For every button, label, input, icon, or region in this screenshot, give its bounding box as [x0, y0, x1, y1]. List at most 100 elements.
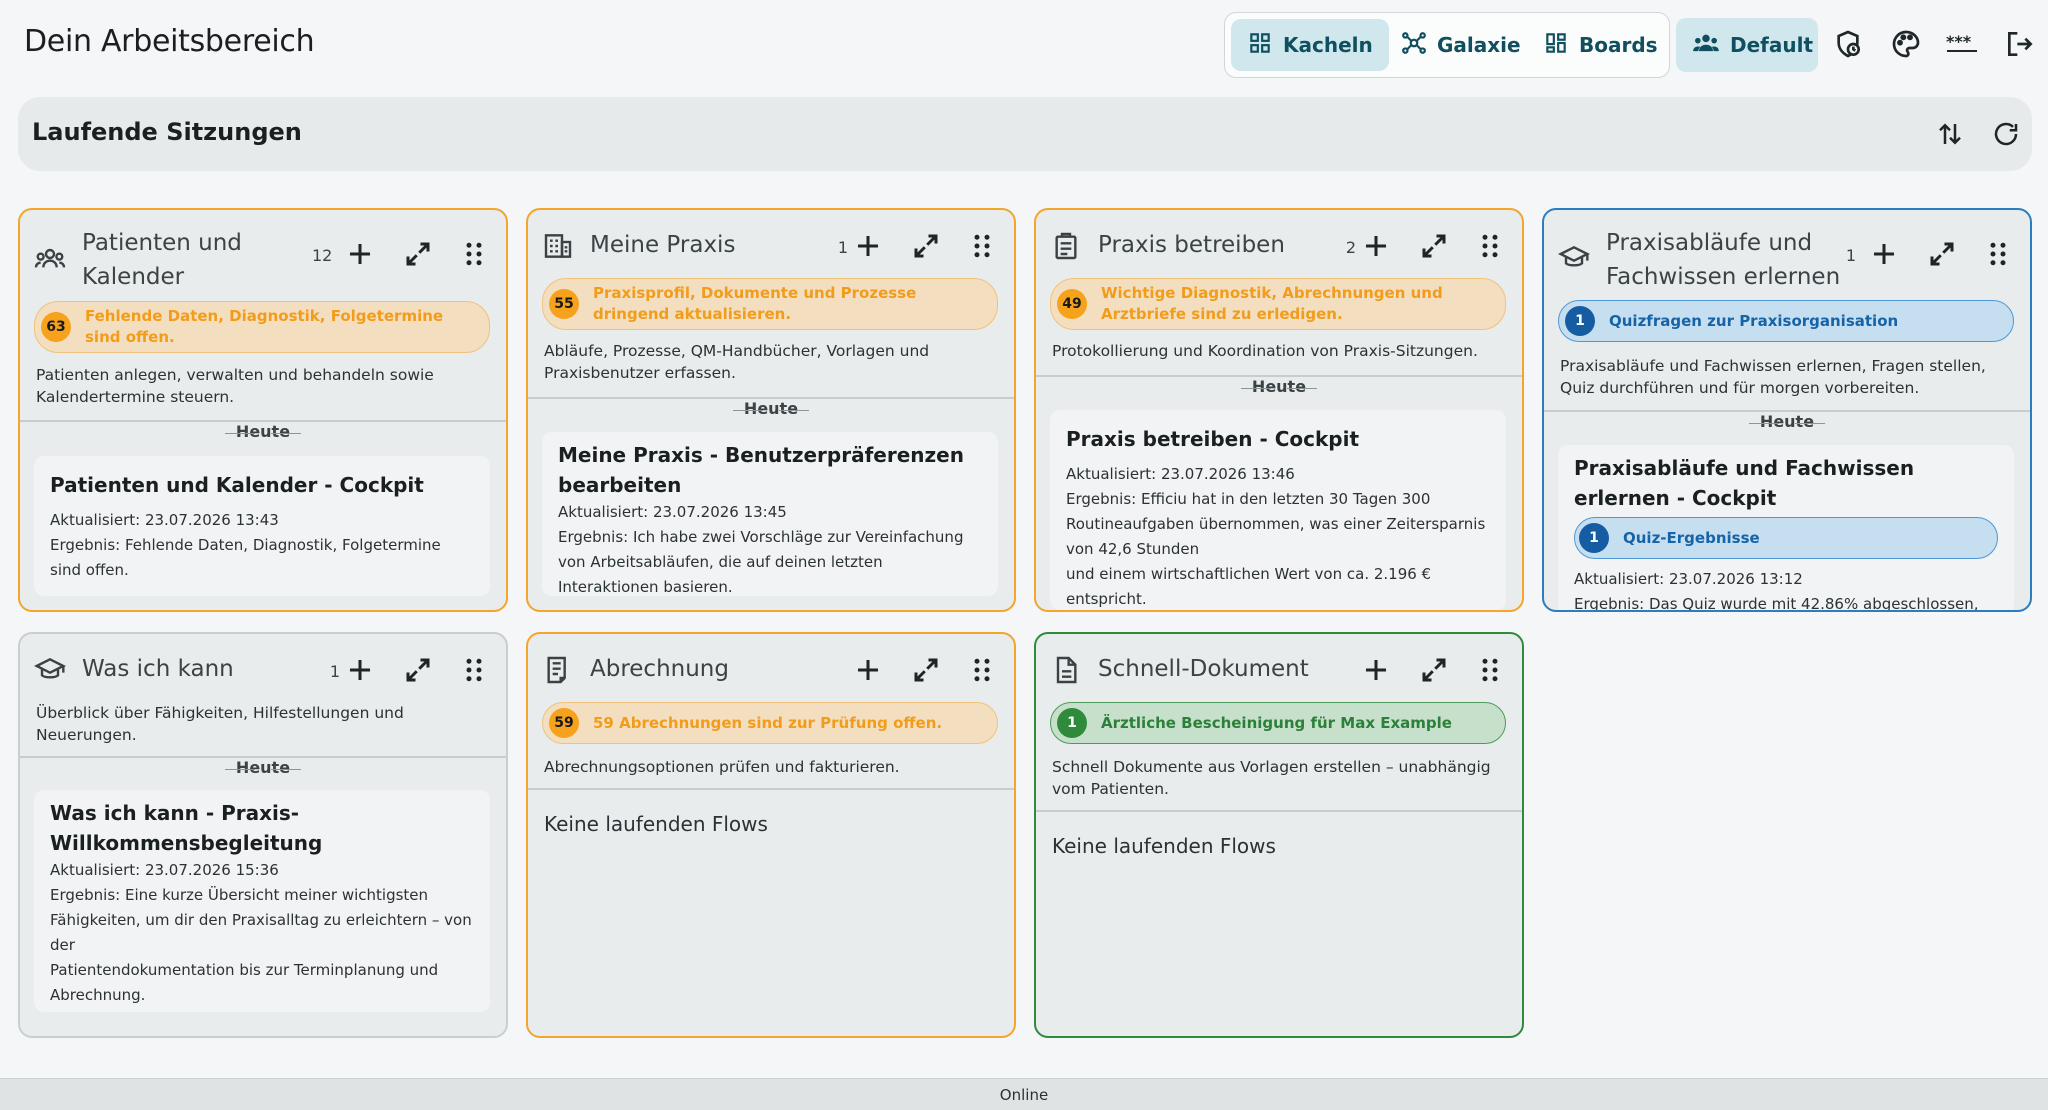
- day-label: Heute: [1544, 412, 2030, 431]
- logout-icon[interactable]: [2002, 26, 2038, 62]
- graduation-cap-icon: [1557, 242, 1591, 274]
- alert-badge[interactable]: 59 59 Abrechnungen sind zur Prüfung offe…: [542, 702, 998, 744]
- refresh-icon[interactable]: [1988, 116, 2024, 152]
- expand-icon[interactable]: [908, 228, 944, 264]
- card-description: Praxisabläufe und Fachwissen erlernen, F…: [1560, 357, 1986, 397]
- card-title: Patienten und Kalender: [82, 230, 242, 290]
- session-count: 12: [312, 246, 333, 265]
- expand-icon[interactable]: [1416, 228, 1452, 264]
- card-description: Überblick über Fähigkeiten, Hilfestellun…: [36, 704, 404, 744]
- card-title: Meine Praxis: [590, 232, 736, 258]
- session-title: Praxis betreiben - Cockpit: [1066, 427, 1360, 451]
- expand-icon[interactable]: [1416, 652, 1452, 688]
- add-icon[interactable]: [342, 236, 378, 272]
- drag-handle-icon[interactable]: [964, 652, 1000, 688]
- empty-flows-text: Keine laufenden Flows: [1052, 834, 1276, 858]
- alert-count: 59: [549, 708, 579, 738]
- session-item[interactable]: Meine Praxis - Benutzerpräferenzen bearb…: [542, 432, 998, 596]
- card-praxisablaeufe-fachwissen[interactable]: Praxisabläufe und Fachwissen erlernen 1 …: [1542, 208, 2032, 612]
- card-description: Abrechnungsoptionen prüfen und fakturier…: [544, 758, 900, 776]
- view-tab-label: Kacheln: [1283, 33, 1373, 57]
- alert-badge[interactable]: 49 Wichtige Diagnostik, Abrechnungen und…: [1050, 278, 1506, 330]
- session-item[interactable]: Praxisabläufe und Fachwissen erlernen - …: [1558, 445, 2014, 610]
- status-bar: Online: [0, 1078, 2048, 1110]
- session-item[interactable]: Patienten und Kalender - Cockpit Aktuali…: [34, 456, 490, 596]
- drag-handle-icon[interactable]: [456, 652, 492, 688]
- alert-text: 59 Abrechnungen sind zur Prüfung offen.: [593, 713, 943, 732]
- group-icon: [1692, 29, 1720, 62]
- palette-icon[interactable]: [1888, 26, 1924, 62]
- card-title: Abrechnung: [590, 656, 729, 682]
- shield-clock-icon[interactable]: [1830, 26, 1866, 62]
- sort-icon[interactable]: [1932, 116, 1968, 152]
- session-result: Ergebnis: Ich habe zwei Vorschläge zur V…: [558, 528, 964, 596]
- drag-handle-icon[interactable]: [1980, 236, 2016, 272]
- expand-icon[interactable]: [1924, 236, 1960, 272]
- add-icon[interactable]: [342, 652, 378, 688]
- receipt-icon: [542, 654, 574, 686]
- view-tab-boards[interactable]: Boards: [1527, 19, 1674, 71]
- alert-text: Praxisprofil, Dokumente und Prozesse dri…: [593, 284, 917, 323]
- graduation-cap-icon: [33, 654, 67, 686]
- drag-handle-icon[interactable]: [1472, 228, 1508, 264]
- add-icon[interactable]: [1358, 228, 1394, 264]
- view-switcher: Kacheln Galaxie Boards: [1224, 12, 1670, 78]
- session-title: Was ich kann - Praxis-Willkommensbegleit…: [50, 801, 323, 855]
- card-schnell-dokument[interactable]: Schnell-Dokument 1 Ärztliche Bescheinigu…: [1034, 632, 1524, 1038]
- alert-count: 49: [1057, 289, 1087, 319]
- add-icon[interactable]: [850, 228, 886, 264]
- session-count: 1: [837, 238, 848, 257]
- expand-icon[interactable]: [908, 652, 944, 688]
- session-count: 1: [1845, 246, 1856, 265]
- card-was-ich-kann[interactable]: Was ich kann 1 Überblick über Fähigkeite…: [18, 632, 508, 1038]
- session-updated: Aktualisiert: 23.07.2026 13:43: [50, 511, 279, 529]
- alert-badge[interactable]: 55 Praxisprofil, Dokumente und Prozesse …: [542, 278, 998, 330]
- card-meine-praxis[interactable]: Meine Praxis 1 55 Praxisprofil, Dokument…: [526, 208, 1016, 612]
- divider: [528, 788, 1014, 790]
- card-praxis-betreiben[interactable]: Praxis betreiben 2 49 Wichtige Diagnosti…: [1034, 208, 1524, 612]
- view-tab-kacheln[interactable]: Kacheln: [1231, 19, 1389, 71]
- alert-text: Wichtige Diagnostik, Abrechnungen und Ar…: [1101, 284, 1443, 323]
- add-icon[interactable]: [1866, 236, 1902, 272]
- expand-icon[interactable]: [400, 652, 436, 688]
- session-result: Ergebnis: Efficiu hat in den letzten 30 …: [1066, 490, 1486, 558]
- alert-count: 1: [1565, 306, 1595, 336]
- session-result-continued: Patientendokumentation bis zur Terminpla…: [50, 961, 439, 1004]
- sub-alert-count: 1: [1579, 523, 1609, 553]
- password-icon[interactable]: ***: [1944, 26, 1980, 62]
- alert-badge[interactable]: 63 Fehlende Daten, Diagnostik, Folgeterm…: [34, 301, 490, 353]
- session-item[interactable]: Was ich kann - Praxis-Willkommensbegleit…: [34, 790, 490, 1012]
- empty-flows-text: Keine laufenden Flows: [544, 812, 768, 836]
- add-icon[interactable]: [1358, 652, 1394, 688]
- sub-alert-text: Quiz-Ergebnisse: [1623, 529, 1760, 547]
- card-title: Schnell-Dokument: [1098, 656, 1309, 682]
- page-title: Dein Arbeitsbereich: [24, 24, 315, 59]
- connection-status: Online: [999, 1086, 1049, 1104]
- add-icon[interactable]: [850, 652, 886, 688]
- profile-default-button[interactable]: Default: [1676, 18, 1818, 72]
- session-item[interactable]: Praxis betreiben - Cockpit Aktualisiert:…: [1050, 410, 1506, 610]
- view-tab-label: Boards: [1579, 33, 1658, 57]
- drag-handle-icon[interactable]: [456, 236, 492, 272]
- alert-text: Ärztliche Bescheinigung für Max Example: [1101, 713, 1452, 732]
- view-tab-galaxie[interactable]: Galaxie: [1385, 19, 1537, 71]
- card-description: Abläufe, Prozesse, QM-Handbücher, Vorlag…: [544, 342, 930, 382]
- divider: [1036, 810, 1522, 812]
- svg-text:***: ***: [1946, 32, 1972, 51]
- card-patienten-kalender[interactable]: Patienten und Kalender 12 63 Fehlende Da…: [18, 208, 508, 612]
- drag-handle-icon[interactable]: [964, 228, 1000, 264]
- card-abrechnung[interactable]: Abrechnung 59 59 Abrechnungen sind zur P…: [526, 632, 1016, 1038]
- drag-handle-icon[interactable]: [1472, 652, 1508, 688]
- alert-count: 1: [1057, 708, 1087, 738]
- quiz-results-badge[interactable]: 1 Quiz-Ergebnisse: [1574, 517, 1998, 559]
- session-result: Ergebnis: Eine kurze Übersicht meiner wi…: [50, 886, 472, 954]
- clipboard-icon: [1050, 230, 1082, 262]
- card-description: Protokollierung und Koordination von Pra…: [1052, 342, 1478, 360]
- expand-icon[interactable]: [400, 236, 436, 272]
- session-title: Praxisabläufe und Fachwissen erlernen - …: [1574, 456, 1915, 510]
- boards-icon: [1543, 30, 1569, 61]
- alert-badge[interactable]: 1 Quizfragen zur Praxisorganisation: [1558, 300, 2014, 342]
- session-result: Ergebnis: Fehlende Daten, Diagnostik, Fo…: [50, 536, 441, 579]
- alert-badge[interactable]: 1 Ärztliche Bescheinigung für Max Exampl…: [1050, 702, 1506, 744]
- session-title: Meine Praxis - Benutzerpräferenzen bearb…: [558, 443, 964, 497]
